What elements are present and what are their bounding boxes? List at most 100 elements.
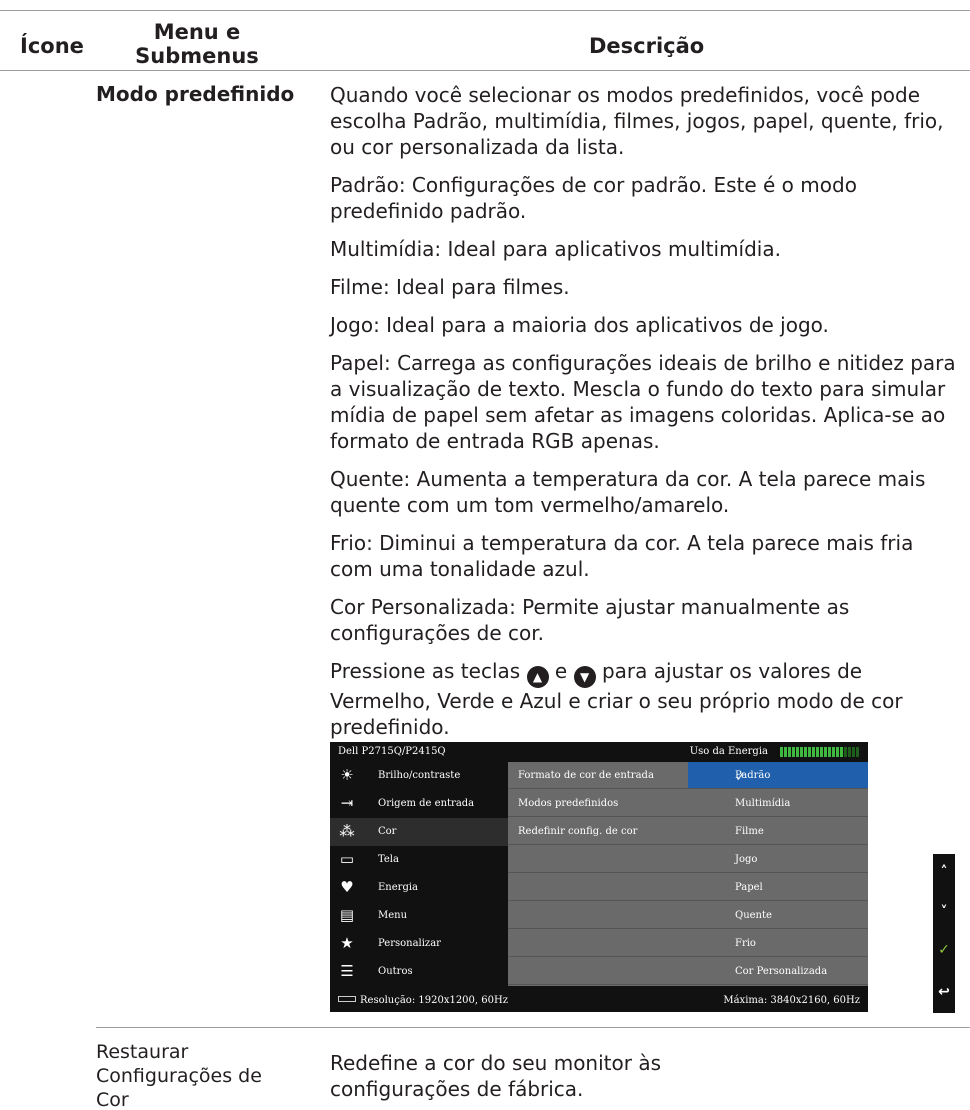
osd-submenu-label: Modos predefinidos [518,798,619,809]
osd-option-label: Frio [735,938,756,949]
energy-icon: ♥ [340,878,354,896]
osd-submenu-item[interactable]: Redefinir config. de cor [508,818,688,845]
energy-bar-segment [852,746,855,757]
osd-option-label: Quente [735,910,772,921]
energy-bar-segment [800,746,803,757]
desc-quente: Quente: Aumenta a temperatura da cor. A … [330,467,926,517]
energy-bar-segment [816,746,819,757]
osd-option-label: Cor Personalizada [735,966,828,977]
energy-bar-segment [828,746,831,757]
osd-energy: Uso da Energia [690,746,860,757]
osd-menu-item[interactable]: ☰ Outros [330,958,508,986]
osd-resolution-text: Resolução: 1920x1200, 60Hz [360,995,508,1006]
osd-option-label: Papel [735,882,763,893]
energy-bar-segment [820,746,823,757]
up-key-icon: ▲ [526,666,549,688]
desc-filme: Filme: Ideal para filmes. [330,275,570,299]
color-icon: ⁂ [339,822,355,840]
osd-option-label: Jogo [735,854,758,865]
osd-submenu: Formato de cor de entrada Modos predefini… [508,762,688,986]
energy-bar-segment [848,746,851,757]
osd-menu-item-label: Tela [378,854,399,865]
osd-option-item[interactable]: Quente [688,902,868,929]
osd-option-item[interactable]: ✓ Padrão [688,762,868,789]
energy-bar-segment [804,746,807,757]
energy-bar-segment [824,746,827,757]
osd-model: Dell P2715Q/P2415Q [338,746,446,757]
input-source-icon: ⇥ [340,794,354,812]
desc-papel: Papel: Carrega as configurações ideais d… [330,351,956,453]
osd-menu-item[interactable]: ⇥ Origem de entrada [330,790,508,818]
energy-bar-segment [836,746,839,757]
desc-cor-personalizada: Cor Personalizada: Permite ajustar manua… [330,595,850,645]
osd-menu-item[interactable]: ♥ Energia [330,874,508,902]
osd-submenu-label: Redefinir config. de cor [518,826,638,837]
osd-option-item[interactable]: Jogo [688,846,868,873]
osd-menu-item[interactable]: ▭ Tela [330,846,508,874]
osd-main-menu: ☀ Brilho/contraste ⇥ Origem de entrada ⁂ Cor ▭… [330,762,508,986]
energy-bar-segment [808,746,811,757]
header-description: Descrição [589,34,705,58]
osd-menu-item-label: Menu [378,910,408,921]
check-icon[interactable]: ✓ [933,942,955,958]
hdmi-icon [338,996,356,1002]
desc-keys: Pressione as teclas ▲ e ▼ para ajustar o… [330,658,960,740]
header-icon: Ícone [20,34,84,58]
down-arrow-icon[interactable]: ˅ [933,904,955,920]
osd-menu-item[interactable]: ☀ Brilho/contraste [330,762,508,790]
osd-option-item[interactable]: Cor Personalizada [688,958,868,985]
energy-bar-segment [792,746,795,757]
osd-option-item[interactable]: Filme [688,818,868,845]
back-icon[interactable]: ↩ [933,984,955,1000]
osd-menu-item-label: Outros [378,966,413,977]
desc-jogo: Jogo: Ideal para a maioria dos aplicativ… [330,313,829,337]
osd-submenu-item [508,902,688,929]
desc-intro: Quando você selecionar os modos predefin… [330,83,944,159]
desc-multimidia: Multimídia: Ideal para aplicativos multi… [330,237,781,261]
osd-option-label: Padrão [735,770,771,781]
energy-bar-segment [844,746,847,757]
osd-submenu-item [508,874,688,901]
osd-option-item[interactable]: Frio [688,930,868,957]
header-menu-line1: Menu e [153,20,241,44]
osd-menu-item-label: Energia [378,882,418,893]
top-rule [0,10,970,11]
osd-menu-item-label: Cor [378,826,397,837]
energy-bar-segment [796,746,799,757]
osd-options: ✓ Padrão Multimídia Filme Jogo Papel Quente Fri… [688,762,868,986]
osd-menu-screenshot: Dell P2715Q/P2415Q Uso da Energia ☀ Brilh… [330,742,868,1012]
brightness-icon: ☀ [340,766,354,784]
keys-text-pre: Pressione as teclas [330,659,521,683]
section2-menu-label: Restaurar Configurações de Cor [96,1041,262,1110]
osd-option-item[interactable]: Papel [688,874,868,901]
osd-option-item[interactable]: Multimídia [688,790,868,817]
energy-bar-segment [784,746,787,757]
osd-nav-buttons: ˄ ˅ ✓ ↩ [933,854,955,1013]
up-arrow-icon[interactable]: ˄ [933,864,955,880]
star-icon: ★ [340,934,354,952]
section1-menu-label: Modo predefinido [96,82,295,106]
osd-submenu-label: Formato de cor de entrada [518,770,654,781]
energy-bar-segment [856,746,859,757]
osd-menu-item[interactable]: ▤ Menu [330,902,508,930]
osd-resolution: Resolução: 1920x1200, 60Hz [338,995,508,1006]
osd-menu-item[interactable]: ⁂ Cor [330,818,508,846]
osd-submenu-item [508,846,688,873]
osd-submenu-item [508,958,688,985]
energy-bar-segment [788,746,791,757]
menu-icon: ▤ [339,906,355,924]
desc-padrao: Padrão: Configurações de cor padrão. Est… [330,173,857,223]
osd-submenu-item[interactable]: Formato de cor de entrada [508,762,688,789]
osd-menu-item[interactable]: ★ Personalizar [330,930,508,958]
others-icon: ☰ [340,962,354,980]
energy-bar-segment [812,746,815,757]
down-key-icon: ▼ [573,666,596,688]
osd-submenu-item[interactable]: Modos predefinidos [508,790,688,817]
keys-text-mid: e [554,659,568,683]
section-rule [96,1027,970,1028]
osd-bottom-bar: Resolução: 1920x1200, 60Hz Máxima: 3840x… [330,986,868,1012]
osd-option-label: Filme [735,826,764,837]
osd-submenu-item [508,930,688,957]
header-menu: Menu e Submenus [122,20,272,68]
header-rule [0,70,970,71]
